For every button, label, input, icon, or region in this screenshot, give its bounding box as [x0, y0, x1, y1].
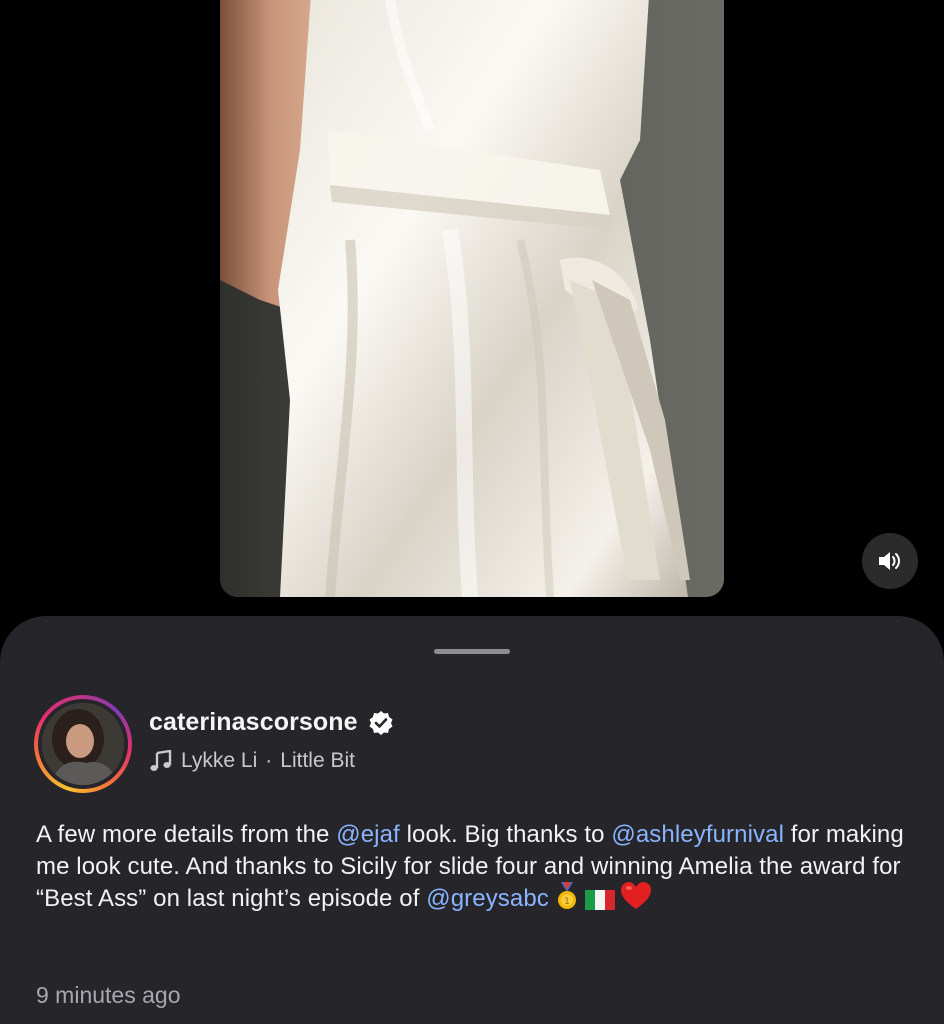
post-media[interactable]: [220, 0, 724, 597]
svg-text:1: 1: [564, 897, 570, 907]
music-note-icon: [150, 750, 172, 771]
username-row: caterinascorsone: [149, 708, 394, 737]
avatar-story-ring[interactable]: [34, 695, 132, 793]
mute-toggle-button[interactable]: [862, 533, 918, 589]
sheet-grabber[interactable]: [434, 649, 510, 654]
audio-track: Little Bit: [280, 749, 355, 772]
avatar: [42, 703, 124, 785]
speaker-icon: [879, 552, 900, 570]
caption-sheet: caterinascorsone Lykke Li · Little Bit A…: [0, 616, 944, 1024]
italy-flag-icon: [584, 887, 615, 919]
mention-link[interactable]: @ejaf: [336, 821, 400, 848]
verified-badge-icon: [369, 710, 393, 735]
audio-separator: ·: [265, 749, 273, 772]
mention-link[interactable]: @ashleyfurnival: [611, 821, 784, 848]
audio-attribution[interactable]: Lykke Li · Little Bit: [149, 749, 355, 773]
screen: caterinascorsone Lykke Li · Little Bit A…: [0, 0, 944, 1024]
avatar-photo: [42, 703, 124, 785]
medal-icon: 1: [555, 882, 579, 919]
mention-link[interactable]: @greysabc: [426, 885, 549, 912]
caption-text: look. Big thanks to: [399, 821, 612, 848]
post-timestamp: 9 minutes ago: [36, 982, 181, 1008]
audio-artist: Lykke Li: [181, 749, 258, 772]
username[interactable]: caterinascorsone: [149, 708, 358, 737]
red-heart-icon: [620, 882, 651, 919]
dress-photo: [220, 0, 724, 597]
caption-text: A few more details from the: [36, 821, 337, 848]
post-caption: A few more details from the @ejaf look. …: [36, 819, 916, 919]
